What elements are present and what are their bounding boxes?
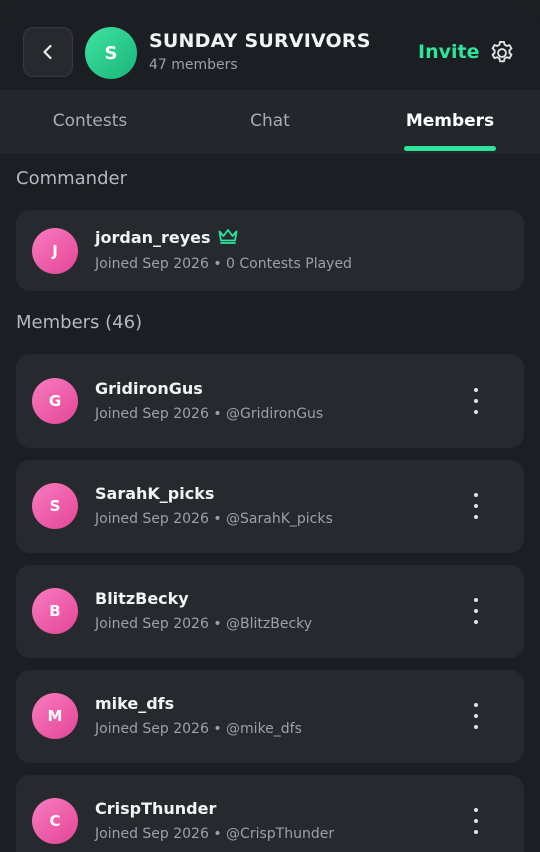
joined-date: Joined Sep 2026 <box>95 616 209 632</box>
chevron-left-icon <box>43 44 52 60</box>
commander-card[interactable]: J jordan_reyes Joined Sep 2026 • 0 Conte… <box>16 210 524 291</box>
member-handle: @CrispThunder <box>226 826 335 842</box>
joined-date: Joined Sep 2026 <box>95 826 209 842</box>
member-handle: @GridironGus <box>226 406 324 422</box>
joined-date: Joined Sep 2026 <box>95 721 209 737</box>
member-count: 47 members <box>149 57 238 73</box>
meta-separator: • <box>213 616 222 632</box>
active-tab-indicator <box>404 146 496 151</box>
member-card[interactable]: C CrispThunder Joined Sep 2026 • @CrispT… <box>16 775 524 852</box>
joined-date: Joined Sep 2026 <box>95 256 209 272</box>
member-handle: @BlitzBecky <box>226 616 313 632</box>
avatar: G <box>32 378 78 424</box>
avatar: J <box>32 228 78 274</box>
app-screen: S SUNDAY SURVIVORS 47 members Invite Con… <box>0 0 540 852</box>
member-meta: Joined Sep 2026 • @mike_dfs <box>95 721 302 737</box>
kebab-menu-icon[interactable] <box>466 808 486 834</box>
commander-meta: Joined Sep 2026 • 0 Contests Played <box>95 256 352 272</box>
member-name: GridironGus <box>95 379 203 398</box>
kebab-menu-icon[interactable] <box>466 598 486 624</box>
member-name: CrispThunder <box>95 799 217 818</box>
tab-chat[interactable]: Chat <box>180 90 360 154</box>
group-avatar: S <box>85 27 137 79</box>
member-handle: @SarahK_picks <box>226 511 333 527</box>
joined-date: Joined Sep 2026 <box>95 511 209 527</box>
meta-separator: • <box>213 826 222 842</box>
kebab-menu-icon[interactable] <box>466 388 486 414</box>
kebab-menu-icon[interactable] <box>466 493 486 519</box>
member-handle: @mike_dfs <box>226 721 302 737</box>
member-card[interactable]: S SarahK_picks Joined Sep 2026 • @SarahK… <box>16 460 524 553</box>
tab-members[interactable]: Members <box>360 90 540 154</box>
member-meta: Joined Sep 2026 • @CrispThunder <box>95 826 334 842</box>
avatar: B <box>32 588 78 634</box>
commander-name: jordan_reyes <box>95 228 211 247</box>
joined-date: Joined Sep 2026 <box>95 406 209 422</box>
members-section-title: Members (46) <box>16 312 143 333</box>
member-name: mike_dfs <box>95 694 175 713</box>
tab-contests[interactable]: Contests <box>0 90 180 154</box>
meta-separator: • <box>213 511 222 527</box>
avatar: M <box>32 693 78 739</box>
kebab-menu-icon[interactable] <box>466 703 486 729</box>
tab-bar: Contests Chat Members <box>0 90 540 154</box>
member-meta: Joined Sep 2026 • @SarahK_picks <box>95 511 333 527</box>
invite-button[interactable]: Invite <box>418 41 479 63</box>
contests-played: 0 Contests Played <box>226 256 352 272</box>
back-button[interactable] <box>23 27 73 77</box>
avatar: S <box>32 483 78 529</box>
meta-separator: • <box>213 256 222 272</box>
meta-separator: • <box>213 406 222 422</box>
group-name: SUNDAY SURVIVORS <box>149 30 371 52</box>
commander-section-title: Commander <box>16 168 127 189</box>
member-meta: Joined Sep 2026 • @GridironGus <box>95 406 323 422</box>
member-meta: Joined Sep 2026 • @BlitzBecky <box>95 616 312 632</box>
member-name: BlitzBecky <box>95 589 189 608</box>
gear-icon[interactable] <box>488 39 516 67</box>
meta-separator: • <box>213 721 222 737</box>
member-card[interactable]: G GridironGus Joined Sep 2026 • @Gridiro… <box>16 354 524 448</box>
member-card[interactable]: B BlitzBecky Joined Sep 2026 • @BlitzBec… <box>16 565 524 658</box>
group-header: S SUNDAY SURVIVORS 47 members Invite <box>0 0 540 90</box>
member-name: SarahK_picks <box>95 484 215 503</box>
avatar: C <box>32 798 78 844</box>
commander-name-row: jordan_reyes <box>95 227 239 247</box>
crown-icon <box>218 229 237 244</box>
member-card[interactable]: M mike_dfs Joined Sep 2026 • @mike_dfs <box>16 670 524 763</box>
